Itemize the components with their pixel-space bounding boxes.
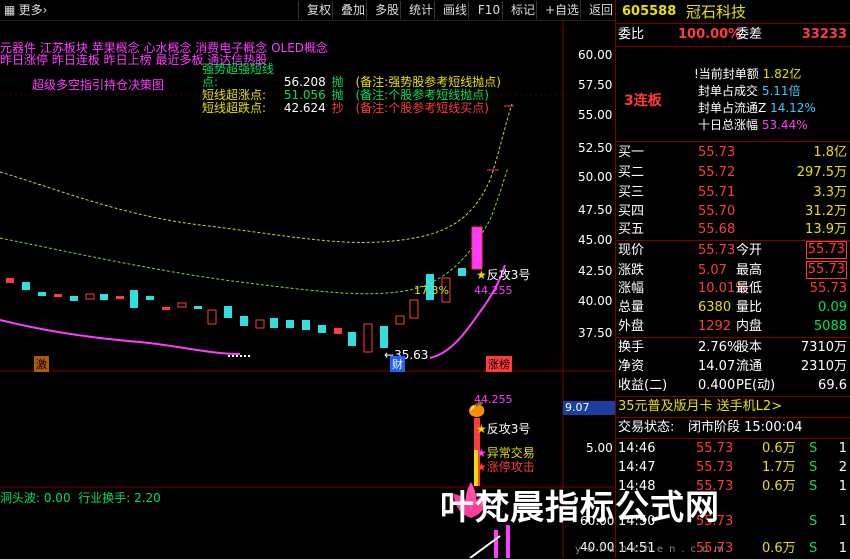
stats-row: 涨跌 5.07 最高 55.73: [618, 261, 847, 279]
indicator-name: 强势超强短线点:: [202, 62, 275, 89]
weicha-value: 33233: [801, 27, 847, 42]
more-label: 更多: [18, 3, 43, 17]
y-tick: 55.00: [578, 108, 613, 122]
sub-fangong: ★反攻3号: [476, 420, 530, 437]
sub-indicator-text: 洞头波: 0.00 行业换手: 2.20: [0, 491, 161, 505]
y-tick: 40.00: [578, 294, 613, 308]
stats-row: 净资 14.07 流通 2310万: [618, 359, 847, 374]
price-44-marker: 44.255: [474, 284, 513, 297]
star-icon: ★: [476, 268, 487, 282]
indicator-row-3: 短线超跌点: 42.624 抄 (备注:个股参考短线买点): [202, 102, 501, 115]
bid-row[interactable]: 买五 55.68 13.9万: [616, 220, 850, 240]
stats-row: 收益(二) 0.400 PE(动) 69.6: [618, 378, 847, 393]
y-tick: 57.50: [578, 78, 613, 92]
fangong-marker: ★反攻3号: [476, 266, 530, 283]
y-tick: 60.00: [578, 48, 613, 62]
tick-row: 14:46 55.73 0.6万 S 1: [618, 441, 847, 456]
seal-label: 封单占流通Z: [698, 101, 767, 115]
sub-fangong-label: 反攻3号: [486, 422, 531, 436]
pct-marker: 17.3%: [414, 284, 449, 297]
indicator-name: 短线超跌点:: [202, 101, 267, 115]
fangong-label: 反攻3号: [486, 268, 531, 282]
y-tick: 42.50: [578, 264, 613, 278]
indicator-note: (备注:强势股参考短线抛点): [355, 75, 501, 89]
stats-row: 换手 2.76% 股本 7310万: [618, 340, 847, 355]
y-tick: 52.50: [578, 141, 613, 155]
lianban-tag: 3连板: [624, 93, 662, 109]
indicator-value: 42.624: [283, 101, 326, 115]
strategy-label: 超级多空指引持仓决策图: [32, 78, 165, 92]
promo-link[interactable]: 35元普及版月卡 送手机L2>: [616, 397, 850, 417]
stats-row: 外盘 1292 内盘 5088: [618, 319, 847, 334]
more-arrow-icon: ›: [42, 3, 48, 17]
y-tick: 37.50: [578, 326, 613, 340]
stock-code: 605588: [622, 4, 677, 19]
seal-label: 十日总涨幅: [698, 118, 759, 132]
seal-value: 1.82亿: [762, 67, 802, 81]
indicator-row-1: 强势超强短线点: 56.208 抛 (备注:强势股参考短线抛点): [202, 63, 501, 89]
bid-row[interactable]: 买一 55.73 1.8亿: [616, 143, 850, 163]
weibi-row: 委比 100.00% 委差 33233: [616, 25, 850, 45]
candles: [6, 105, 514, 353]
event-tag-zhangbang[interactable]: 涨榜: [486, 356, 512, 372]
stock-name: 冠石科技: [686, 3, 747, 21]
watermark-text: 叶梵晨指标公式网: [440, 488, 720, 528]
seal-label: !当前封单额: [694, 67, 759, 81]
seal-label: 封单占成交: [698, 84, 759, 98]
weibi-label: 委比: [618, 27, 645, 42]
limit-attack-marker: ★涨停攻击: [476, 458, 535, 475]
trade-status: 交易状态: 闭市阶段 15:00:04: [618, 420, 803, 435]
seal-info: !当前封单额 1.82亿 封单占成交 5.11倍 封单占流通Z 14.12% 十…: [694, 66, 816, 134]
y-tick: 47.50: [578, 203, 613, 217]
stats-row: 现价 55.73 今开 55.73: [618, 241, 847, 259]
weicha-label: 委差: [736, 27, 763, 42]
quote-panel: 605588 冠石科技 委比 100.00% 委差 33233 3连板 !当前封…: [615, 0, 850, 558]
stats-row: 涨幅 10.01% 最低 55.73: [618, 281, 847, 296]
stock-header: 605588 冠石科技: [616, 2, 850, 22]
sub-panel-value: 9.07: [563, 401, 616, 415]
tick-row: 14:47 55.73 1.7万 S 2: [618, 460, 847, 475]
star-icon: ★: [476, 460, 487, 474]
seal-value: 5.11倍: [761, 84, 801, 98]
seal-value: 14.12%: [770, 101, 816, 115]
limit-attack-label: 涨停攻击: [486, 460, 535, 474]
event-tag-cai[interactable]: 财: [390, 356, 405, 372]
indicator-note: (备注:个股参考短线抛点): [355, 88, 489, 102]
y-tick: 50.00: [578, 170, 613, 184]
indicator-note: (备注:个股参考短线买点): [355, 101, 489, 115]
watermark-url: yefanchen.com: [575, 544, 730, 555]
star-icon: ★: [476, 422, 487, 436]
event-tag-ji[interactable]: 激: [34, 356, 49, 372]
y-tick: 45.00: [578, 233, 613, 247]
seal-value: 53.44%: [761, 118, 808, 132]
bid-row[interactable]: 买二 55.72 297.5万: [616, 163, 850, 183]
indicator-flag: 抄: [331, 101, 344, 115]
bid-row[interactable]: 买三 55.71 3.3万: [616, 183, 850, 203]
indicator-table: 强势超强短线点: 56.208 抛 (备注:强势股参考短线抛点) 短线超涨点: …: [202, 63, 501, 115]
kline-chart[interactable]: 元器件 江苏板块 苹果概念 心水概念 消费电子概念 OLED概念 昨日涨停 昨日…: [0, 20, 616, 558]
weibi-value: 100.00%: [678, 27, 742, 42]
fruit-icon: 🍊: [468, 402, 486, 418]
sub-tick-500: 5.00: [586, 441, 613, 455]
bid-row[interactable]: 买四 55.70 31.2万: [616, 202, 850, 222]
stats-row: 总量 6380 量比 0.09: [618, 300, 847, 315]
more-button[interactable]: 更多›: [12, 1, 54, 19]
